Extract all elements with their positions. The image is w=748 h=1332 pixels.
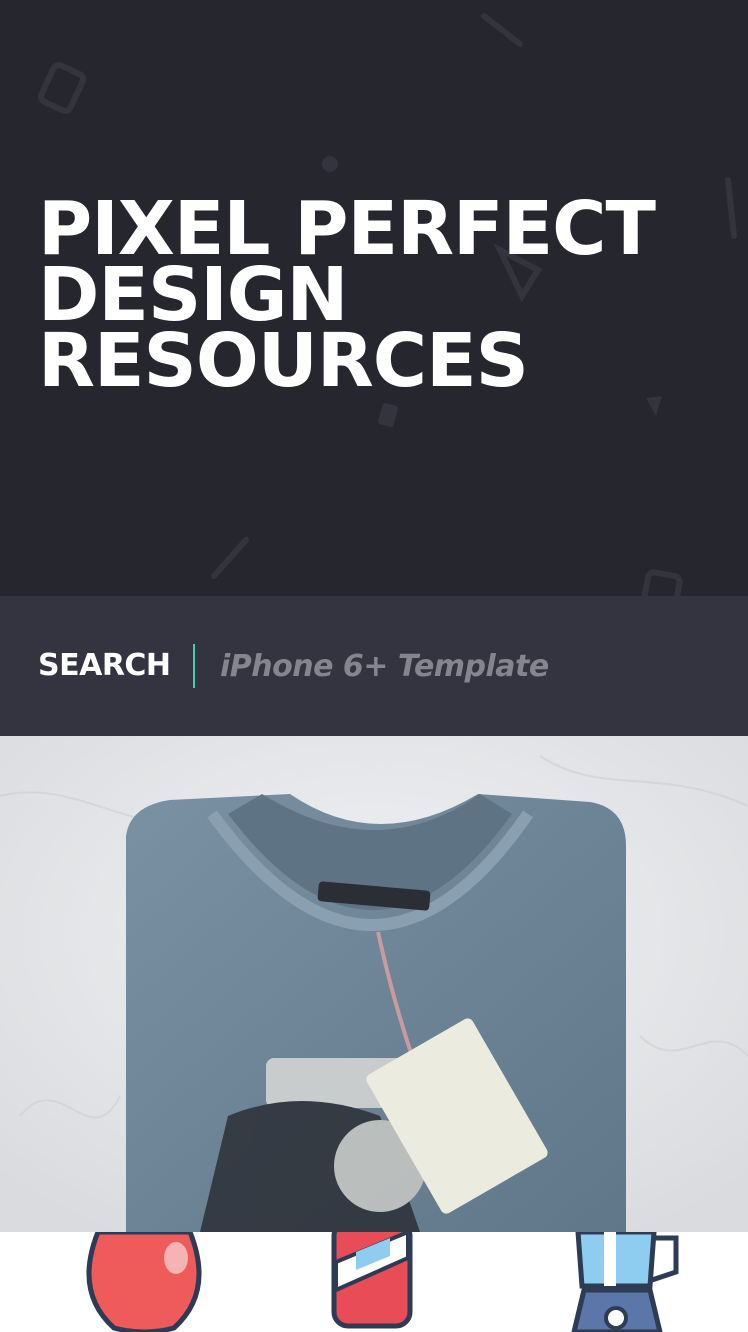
category-icons-strip xyxy=(0,1232,748,1332)
hero-title-line: RESOURCES xyxy=(38,318,529,404)
search-divider xyxy=(193,644,195,688)
drink-can-icon[interactable] xyxy=(330,1232,414,1332)
hero-title: PIXEL PERFECT DESIGN RESOURCES xyxy=(38,192,718,404)
apple-icon[interactable] xyxy=(78,1232,210,1332)
search-label: SEARCH xyxy=(38,648,171,683)
featured-resource-image[interactable] xyxy=(0,736,748,1232)
blender-icon[interactable] xyxy=(564,1232,684,1332)
hero-section: PIXEL PERFECT DESIGN RESOURCES xyxy=(0,0,748,596)
tshirt-mockup-image xyxy=(0,736,748,1232)
search-input[interactable] xyxy=(220,644,720,688)
